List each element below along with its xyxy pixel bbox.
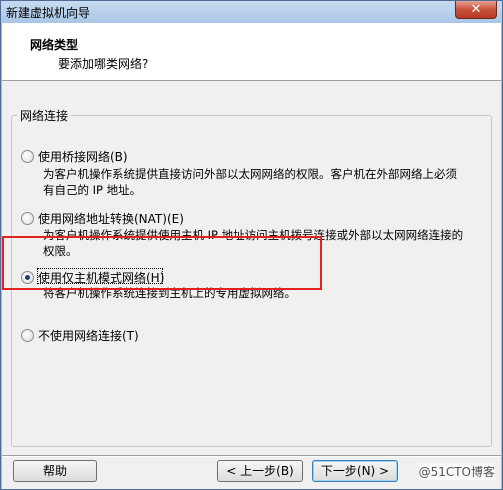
window-title: 新建虚拟机向导 bbox=[6, 6, 91, 20]
close-button[interactable]: ✕ bbox=[455, 1, 497, 19]
bridged-network-radio[interactable] bbox=[21, 150, 34, 163]
bridged-network-description: 为客户机操作系统提供直接访问外部以太网网络的权限。客户机在外部网络上必须 有自己… bbox=[43, 166, 483, 198]
no-network-radio[interactable] bbox=[21, 329, 34, 342]
bridged-network-label[interactable]: 使用桥接网络(B) bbox=[38, 148, 128, 165]
back-button[interactable]: < 上一步(B) bbox=[217, 460, 303, 482]
group-label: 网络连接 bbox=[17, 107, 72, 124]
nat-network-label[interactable]: 使用网络地址转换(NAT)(E) bbox=[38, 210, 184, 227]
wizard-header: 网络类型 要添加哪类网络? bbox=[2, 23, 501, 81]
no-network-label[interactable]: 不使用网络连接(T) bbox=[38, 327, 139, 344]
footer-divider bbox=[2, 455, 501, 457]
page-subtitle: 要添加哪类网络? bbox=[58, 57, 149, 71]
description-line: 为客户机操作系统提供直接访问外部以太网网络的权限。客户机在外部网络上必须 bbox=[43, 167, 457, 181]
annotation-highlight-box bbox=[2, 236, 322, 290]
help-button[interactable]: 帮助 bbox=[13, 460, 97, 482]
next-button[interactable]: 下一步(N) > bbox=[312, 460, 398, 482]
nat-network-radio[interactable] bbox=[21, 212, 34, 225]
watermark: @51CTO博客 bbox=[418, 463, 495, 480]
page-title: 网络类型 bbox=[30, 38, 79, 52]
wizard-body: 网络类型 要添加哪类网络? 网络连接 使用桥接网络(B) 为客户机操作系统提供直… bbox=[2, 23, 501, 489]
title-bar[interactable]: 新建虚拟机向导 ✕ bbox=[1, 1, 502, 23]
description-line: 有自己的 IP 地址。 bbox=[43, 183, 142, 197]
wizard-window: 新建虚拟机向导 ✕ 网络类型 要添加哪类网络? 网络连接 使用桥接网络(B) 为… bbox=[0, 0, 503, 490]
